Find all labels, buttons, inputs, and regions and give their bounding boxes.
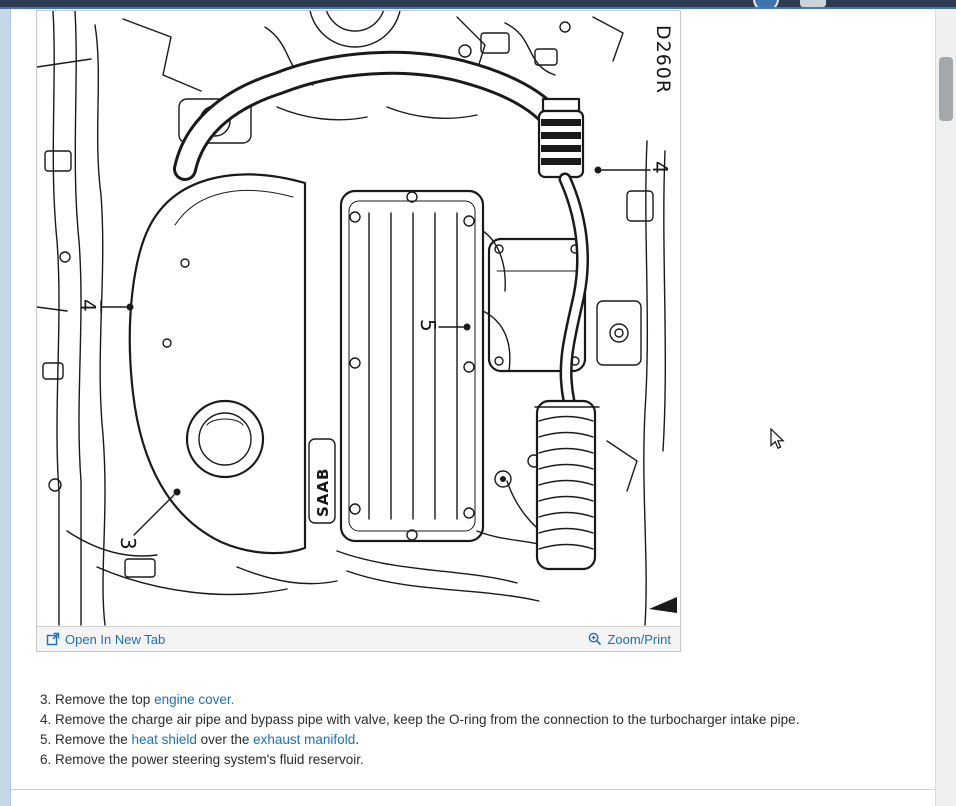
engine-diagram: SAAB	[37, 11, 680, 626]
open-in-new-tab-link[interactable]: Open In New Tab	[46, 632, 165, 647]
saab-brand-label: SAAB	[314, 468, 332, 517]
valve-cover	[341, 191, 483, 541]
saab-badge: SAAB	[309, 439, 335, 523]
heat-shield-link[interactable]: heat shield	[132, 732, 197, 747]
corrugated-boot	[535, 401, 599, 569]
instruction-step-3: 3. Remove the top engine cover.	[40, 690, 920, 710]
callout-4-left: 4	[76, 299, 134, 313]
section-divider	[11, 789, 935, 790]
open-in-new-tab-label: Open In New Tab	[65, 632, 165, 647]
svg-text:3: 3	[116, 537, 140, 550]
intake-hose	[185, 63, 551, 169]
svg-text:4: 4	[76, 299, 100, 312]
instruction-step-6: 6. Remove the power steering system's fl…	[40, 750, 920, 770]
svg-text:5: 5	[416, 319, 440, 332]
model-code-label: D260R	[652, 25, 674, 94]
callout-4-right: 4	[595, 161, 673, 174]
exhaust-manifold-link[interactable]: exhaust manifold	[253, 732, 355, 747]
chat-icon[interactable]	[800, 0, 826, 7]
zoom-print-link[interactable]: Zoom/Print	[588, 632, 671, 647]
mouse-cursor	[770, 428, 785, 450]
scrollbar[interactable]	[935, 9, 956, 806]
instruction-step-5: 5. Remove the heat shield over the exhau…	[40, 730, 920, 750]
callout-5: 5	[416, 319, 471, 332]
user-avatar-icon[interactable]	[753, 0, 779, 9]
charge-pipe-connector	[539, 99, 583, 177]
instruction-text: 4. Remove the charge air pipe and bypass…	[40, 712, 799, 727]
zoom-print-label: Zoom/Print	[607, 632, 671, 647]
top-navigation-bar	[0, 0, 956, 9]
instruction-text: 6. Remove the power steering system's fl…	[40, 752, 364, 767]
figure-footer: Open In New Tab Zoom/Print	[37, 626, 680, 651]
engine-diagram-card: SAAB	[36, 10, 681, 652]
instruction-text: 3. Remove the top	[40, 692, 154, 707]
instruction-text: 5. Remove the	[40, 732, 132, 747]
corner-mark	[649, 597, 677, 613]
instruction-step-4: 4. Remove the charge air pipe and bypass…	[40, 710, 920, 730]
scrollbar-thumb[interactable]	[939, 57, 953, 121]
callout-3: 3	[116, 489, 181, 550]
svg-text:4: 4	[648, 161, 672, 174]
engine-cover-link[interactable]: engine cover.	[154, 692, 234, 707]
engine-diagram-image[interactable]: SAAB	[37, 11, 680, 626]
left-edge-panel	[0, 9, 11, 806]
open-in-new-tab-icon	[46, 632, 60, 646]
magnifier-plus-icon	[588, 632, 602, 646]
engine-cover	[130, 174, 305, 553]
instruction-list: 3. Remove the top engine cover. 4. Remov…	[40, 690, 920, 770]
instruction-text: over the	[197, 732, 253, 747]
instruction-text: .	[355, 732, 359, 747]
